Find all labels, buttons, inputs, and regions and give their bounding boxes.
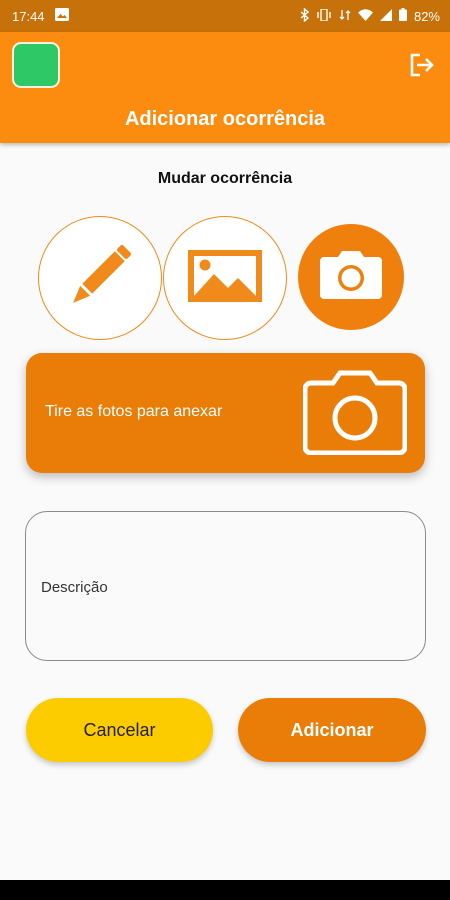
mode-gallery-button[interactable] bbox=[163, 216, 287, 340]
data-icon bbox=[339, 9, 351, 24]
vibrate-icon bbox=[316, 7, 332, 24]
cancel-button[interactable]: Cancelar bbox=[26, 698, 213, 762]
navigation-bar bbox=[0, 880, 450, 900]
description-field[interactable]: Descrição bbox=[25, 511, 426, 661]
app-logo bbox=[12, 42, 60, 88]
take-photos-banner[interactable]: Tire as fotos para anexar bbox=[26, 353, 425, 473]
image-icon bbox=[188, 249, 262, 307]
wifi-icon bbox=[357, 8, 373, 24]
battery-level: 82% bbox=[413, 8, 440, 24]
camera-icon bbox=[302, 369, 408, 460]
section-title: Mudar ocorrência bbox=[157, 170, 293, 187]
battery-icon bbox=[398, 8, 407, 24]
app-bar: Adicionar ocorrência bbox=[0, 32, 450, 143]
bluetooth-icon bbox=[300, 6, 310, 25]
camera-icon bbox=[320, 250, 382, 304]
add-button[interactable]: Adicionar bbox=[238, 698, 426, 762]
logout-icon[interactable] bbox=[406, 50, 436, 80]
mode-camera-button[interactable] bbox=[298, 224, 404, 330]
status-time: 17:44 bbox=[12, 8, 45, 24]
description-label: Descrição bbox=[41, 579, 108, 596]
mode-text-button[interactable] bbox=[38, 216, 162, 340]
status-bar: 17:44 82% bbox=[0, 0, 450, 32]
banner-text: Tire as fotos para anexar bbox=[45, 403, 223, 420]
page-title: Adicionar ocorrência bbox=[124, 108, 326, 130]
signal-icon bbox=[379, 8, 392, 24]
pencil-icon bbox=[64, 240, 136, 317]
image-icon bbox=[54, 8, 69, 24]
